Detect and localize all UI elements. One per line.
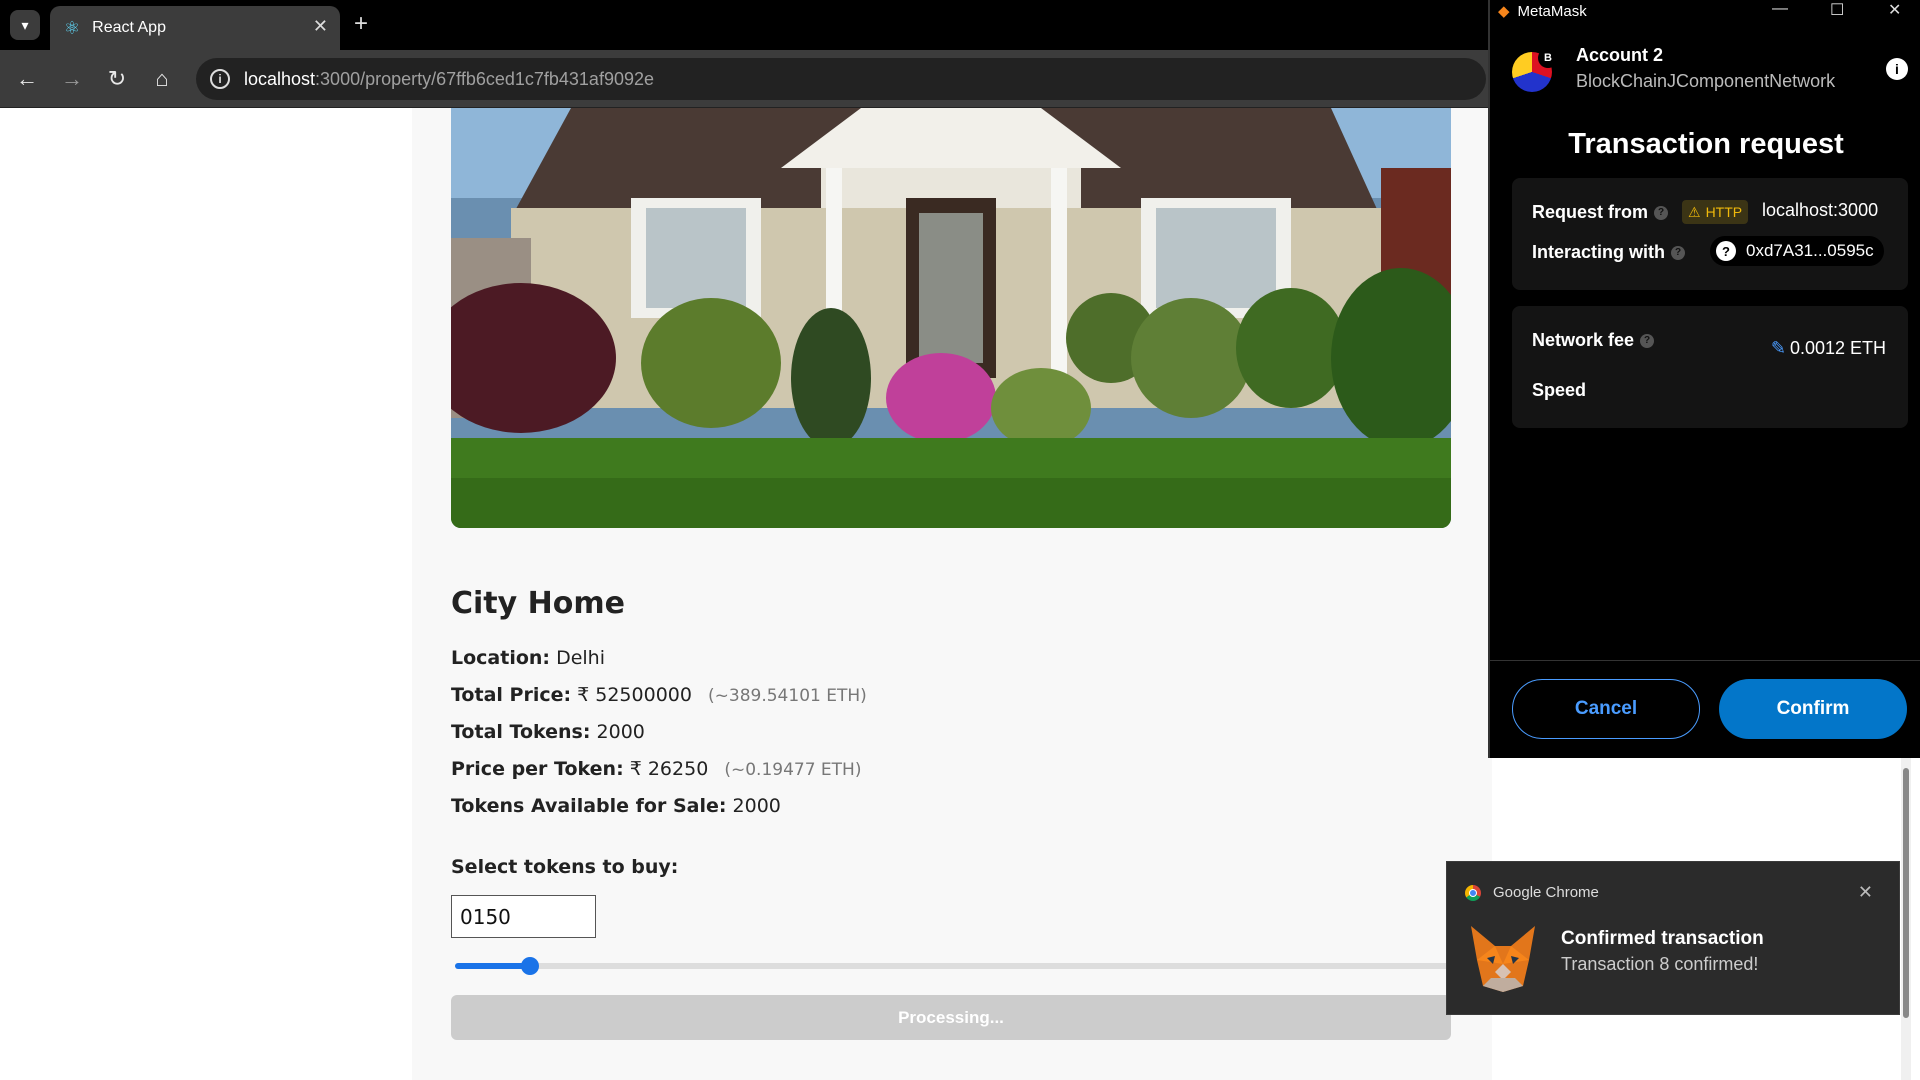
- info-icon[interactable]: i: [1886, 58, 1908, 80]
- forward-icon[interactable]: →: [57, 64, 87, 94]
- metamask-fox-icon: ◆: [1498, 3, 1510, 20]
- reload-icon[interactable]: ↻: [102, 64, 132, 94]
- notification-app: Google Chrome: [1493, 884, 1599, 901]
- request-host: localhost:3000: [1762, 200, 1879, 220]
- metamask-footer: Cancel Confirm: [1490, 660, 1920, 758]
- available-tokens-row: Tokens Available for Sale: 2000: [451, 795, 781, 817]
- new-tab-button[interactable]: +: [354, 10, 368, 38]
- http-label: HTTP: [1705, 204, 1743, 220]
- notification-title: Confirmed transaction: [1561, 928, 1764, 949]
- network-fee-label: Network fee: [1532, 330, 1635, 350]
- request-from-row: Request from?: [1532, 202, 1669, 223]
- total-tokens-value: 2000: [596, 721, 645, 743]
- react-icon: ⚛: [64, 17, 81, 38]
- total-price-value: ₹ 52500000: [577, 684, 692, 706]
- page-scrollbar[interactable]: [1901, 758, 1911, 1080]
- notification-body: Transaction 8 confirmed!: [1561, 954, 1759, 974]
- price-per-token-value: ₹ 26250: [629, 758, 709, 780]
- location-row: Location: Delhi: [451, 647, 605, 669]
- contract-address-pill[interactable]: ? 0xd7A31...0595c: [1710, 236, 1884, 266]
- total-tokens-label: Total Tokens:: [451, 721, 591, 743]
- network-badge: B: [1538, 48, 1558, 68]
- unknown-contract-icon: ?: [1716, 241, 1736, 261]
- minimize-icon[interactable]: —: [1772, 0, 1788, 18]
- tab-react-app[interactable]: ⚛ React App ✕: [50, 6, 340, 50]
- metamask-window-title: MetaMask: [1517, 2, 1587, 20]
- account-name: Account 2: [1576, 45, 1664, 65]
- back-icon[interactable]: ←: [12, 64, 42, 94]
- network-name: BlockChainJComponentNetwork: [1576, 71, 1836, 91]
- metamask-fox-icon: [1465, 920, 1541, 996]
- token-slider[interactable]: [455, 957, 1455, 975]
- help-icon[interactable]: ?: [1640, 334, 1655, 349]
- transaction-heading: Transaction request: [1568, 128, 1844, 160]
- speed-label: Speed: [1532, 380, 1587, 400]
- http-warning-badge: ⚠ HTTP: [1682, 200, 1749, 224]
- interacting-row: Interacting with?: [1532, 242, 1686, 263]
- available-tokens-value: 2000: [732, 795, 781, 817]
- property-image: [451, 108, 1451, 528]
- fee-card: Network fee? ✎ 0.0012 ETH Speed: [1512, 306, 1908, 428]
- network-fee-amount: 0.0012 ETH: [1789, 338, 1886, 358]
- site-info-icon[interactable]: i: [210, 69, 230, 89]
- tab-title: React App: [92, 19, 166, 36]
- interacting-label: Interacting with: [1532, 242, 1666, 262]
- edit-pencil-icon[interactable]: ✎: [1771, 338, 1786, 358]
- help-icon[interactable]: ?: [1671, 246, 1686, 261]
- available-tokens-label: Tokens Available for Sale:: [451, 795, 727, 817]
- total-price-row: Total Price: ₹ 52500000 (~389.54101 ETH): [451, 684, 867, 706]
- network-fee-value[interactable]: ✎ 0.0012 ETH: [1771, 338, 1886, 359]
- request-card: Request from? ⚠ HTTP localhost:3000 Inte…: [1512, 178, 1908, 290]
- chrome-notification[interactable]: Google Chrome ✕ Confirmed transaction Tr…: [1446, 861, 1900, 1015]
- contract-address: 0xd7A31...0595c: [1746, 241, 1874, 260]
- request-from-label: Request from: [1532, 202, 1649, 222]
- tab-search-button[interactable]: ▾: [10, 10, 40, 40]
- address-bar[interactable]: i localhost:3000/property/67ffb6ced1c7fb…: [196, 58, 1486, 100]
- price-per-token-label: Price per Token:: [451, 758, 624, 780]
- total-tokens-row: Total Tokens: 2000: [451, 721, 645, 743]
- notification-close-icon[interactable]: ✕: [1858, 882, 1873, 903]
- processing-button[interactable]: Processing...: [451, 995, 1451, 1040]
- location-value: Delhi: [556, 647, 605, 669]
- slider-thumb[interactable]: [521, 957, 539, 975]
- chrome-icon: [1465, 884, 1481, 901]
- slider-fill: [455, 963, 530, 969]
- metamask-titlebar: ◆ MetaMask — ☐ ✕: [1490, 0, 1920, 22]
- close-tab-icon[interactable]: ✕: [313, 16, 328, 37]
- network-fee-row: Network fee?: [1532, 330, 1655, 351]
- metamask-popup: ◆ MetaMask — ☐ ✕ B Account 2 BlockChainJ…: [1488, 0, 1920, 758]
- total-price-label: Total Price:: [451, 684, 572, 706]
- token-quantity-input[interactable]: 0150: [451, 895, 596, 938]
- help-icon[interactable]: ?: [1654, 206, 1669, 221]
- cancel-button[interactable]: Cancel: [1512, 679, 1700, 739]
- confirm-button[interactable]: Confirm: [1719, 679, 1907, 739]
- url-path: :3000/property/67ffb6ced1c7fb431af9092e: [315, 68, 654, 89]
- select-tokens-label: Select tokens to buy:: [451, 856, 679, 878]
- account-header: B Account 2 BlockChainJComponentNetwork …: [1490, 40, 1920, 110]
- window-close-icon[interactable]: ✕: [1888, 0, 1901, 20]
- url-host: localhost: [244, 68, 316, 89]
- scrollbar-thumb[interactable]: [1903, 768, 1909, 1018]
- total-price-eth: (~389.54101 ETH): [708, 686, 867, 706]
- price-per-token-eth: (~0.19477 ETH): [724, 760, 862, 780]
- price-per-token-row: Price per Token: ₹ 26250 (~0.19477 ETH): [451, 758, 861, 780]
- property-title: City Home: [451, 586, 625, 621]
- notification-header: Google Chrome: [1465, 884, 1599, 901]
- home-icon[interactable]: ⌂: [147, 64, 177, 94]
- location-label: Location:: [451, 647, 551, 669]
- warning-icon: ⚠: [1688, 203, 1701, 220]
- maximize-icon[interactable]: ☐: [1830, 0, 1844, 20]
